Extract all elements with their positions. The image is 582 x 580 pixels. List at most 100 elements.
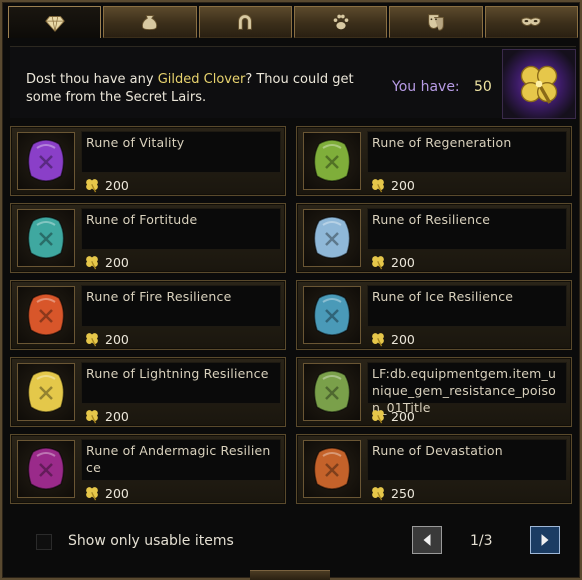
- item-name: Rune of Vitality: [81, 131, 281, 173]
- item-price-value: 200: [105, 254, 129, 270]
- shop-item[interactable]: Rune of Vitality 200: [10, 126, 286, 196]
- pouch-icon: [141, 15, 158, 31]
- prev-page-button[interactable]: [412, 526, 442, 554]
- clover-icon: [372, 410, 384, 424]
- shop-item[interactable]: Rune of Devastation 250: [296, 434, 572, 504]
- tab-pouch[interactable]: [103, 6, 197, 38]
- item-price-value: 200: [105, 485, 129, 501]
- rune-stone-icon: [313, 139, 351, 182]
- item-price-value: 200: [105, 331, 129, 347]
- shop-item[interactable]: LF:db.equipmentgem.item_unique_gem_resis…: [296, 357, 572, 427]
- item-price: 200: [83, 330, 129, 348]
- item-price-value: 250: [391, 485, 415, 501]
- item-slot[interactable]: [17, 209, 75, 267]
- rune-stone-icon: [313, 293, 351, 336]
- clover-icon: [86, 256, 98, 270]
- item-name: Rune of Regeneration: [367, 131, 567, 173]
- gem-icon: [44, 15, 65, 32]
- shop-item[interactable]: Rune of Fire Resilience 200: [10, 280, 286, 350]
- arrow-right-icon: [541, 534, 549, 546]
- item-price: 200: [369, 176, 415, 194]
- shop-window: Dost thou have any Gilded Clover? Thou c…: [0, 0, 582, 580]
- item-price: 200: [369, 253, 415, 271]
- item-price: 200: [83, 407, 129, 425]
- tab-pets[interactable]: [293, 6, 388, 38]
- item-slot[interactable]: [303, 363, 361, 421]
- rune-stone-icon: [27, 447, 65, 490]
- rune-stone-icon: [313, 216, 351, 259]
- item-slot[interactable]: [17, 286, 75, 344]
- shop-item[interactable]: Rune of Lightning Resilience 200: [10, 357, 286, 427]
- category-tabs: [8, 6, 578, 38]
- item-slot[interactable]: [303, 132, 361, 190]
- rune-stone-icon: [27, 370, 65, 413]
- tab-masks[interactable]: [484, 6, 578, 38]
- rune-stone-icon: [27, 139, 65, 182]
- item-price: 200: [83, 253, 129, 271]
- currency-info-bar: Dost thou have any Gilded Clover? Thou c…: [10, 46, 576, 119]
- clover-icon: [86, 410, 98, 424]
- item-price-value: 200: [105, 408, 129, 424]
- gilded-clover-emblem: [502, 49, 576, 119]
- clover-icon: [86, 487, 98, 501]
- shop-item[interactable]: Rune of Regeneration 200: [296, 126, 572, 196]
- item-price: 200: [83, 176, 129, 194]
- item-name: Rune of Ice Resilience: [367, 285, 567, 327]
- item-price-value: 200: [391, 254, 415, 270]
- eye-mask-icon: [521, 17, 541, 26]
- currency-amount: 50: [474, 79, 492, 95]
- rune-stone-icon: [27, 216, 65, 259]
- item-slot[interactable]: [303, 440, 361, 498]
- shop-item[interactable]: Rune of Fortitude 200: [10, 203, 286, 273]
- clover-icon: [86, 179, 98, 193]
- item-name: LF:db.equipmentgem.item_unique_gem_resis…: [367, 362, 567, 415]
- gilded-clover-icon: [520, 65, 558, 104]
- clover-icon: [372, 179, 384, 193]
- clover-icon: [372, 487, 384, 501]
- item-slot[interactable]: [303, 209, 361, 267]
- rune-stone-icon: [313, 370, 351, 413]
- shop-item[interactable]: Rune of Resilience 200: [296, 203, 572, 273]
- item-slot[interactable]: [303, 286, 361, 344]
- clover-icon: [86, 333, 98, 347]
- item-name: Rune of Andermagic Resilience: [81, 439, 281, 481]
- next-page-button[interactable]: [530, 526, 560, 554]
- item-name: Rune of Fire Resilience: [81, 285, 281, 327]
- item-price-value: 200: [105, 177, 129, 193]
- item-price-value: 200: [391, 331, 415, 347]
- theater-mask-icon: [428, 14, 444, 31]
- tab-horseshoe[interactable]: [198, 6, 292, 38]
- clover-icon: [372, 256, 384, 270]
- item-name: Rune of Fortitude: [81, 208, 281, 250]
- item-price: 250: [369, 484, 415, 502]
- item-price: 200: [369, 330, 415, 348]
- shop-footer: Show only usable items 1/3: [10, 518, 576, 568]
- page-indicator: 1/3: [470, 533, 493, 549]
- currency-info-text: Dost thou have any Gilded Clover? Thou c…: [26, 71, 386, 107]
- item-price: 200: [83, 484, 129, 502]
- item-name: Rune of Devastation: [367, 439, 567, 481]
- you-have-label: You have:: [392, 79, 460, 95]
- item-price-value: 200: [391, 408, 415, 424]
- info-text-before: Dost thou have any: [26, 72, 158, 87]
- tab-gems[interactable]: [8, 6, 102, 38]
- paw-icon: [333, 14, 348, 30]
- item-slot[interactable]: [17, 363, 75, 421]
- clover-icon: [372, 333, 384, 347]
- shop-item[interactable]: Rune of Ice Resilience 200: [296, 280, 572, 350]
- arrow-left-icon: [423, 534, 431, 546]
- frame-ornament: [250, 570, 330, 580]
- tab-costumes[interactable]: [389, 6, 483, 38]
- rune-stone-icon: [313, 447, 351, 490]
- item-price-value: 200: [391, 177, 415, 193]
- usable-only-checkbox[interactable]: [36, 534, 52, 550]
- rune-stone-icon: [27, 293, 65, 336]
- shop-item[interactable]: Rune of Andermagic Resilience 200: [10, 434, 286, 504]
- item-slot[interactable]: [17, 440, 75, 498]
- horseshoe-icon: [238, 14, 253, 30]
- item-name: Rune of Resilience: [367, 208, 567, 250]
- item-name: Rune of Lightning Resilience: [81, 362, 281, 404]
- item-slot[interactable]: [17, 132, 75, 190]
- usable-only-label: Show only usable items: [68, 533, 234, 549]
- currency-name: Gilded Clover: [157, 72, 246, 87]
